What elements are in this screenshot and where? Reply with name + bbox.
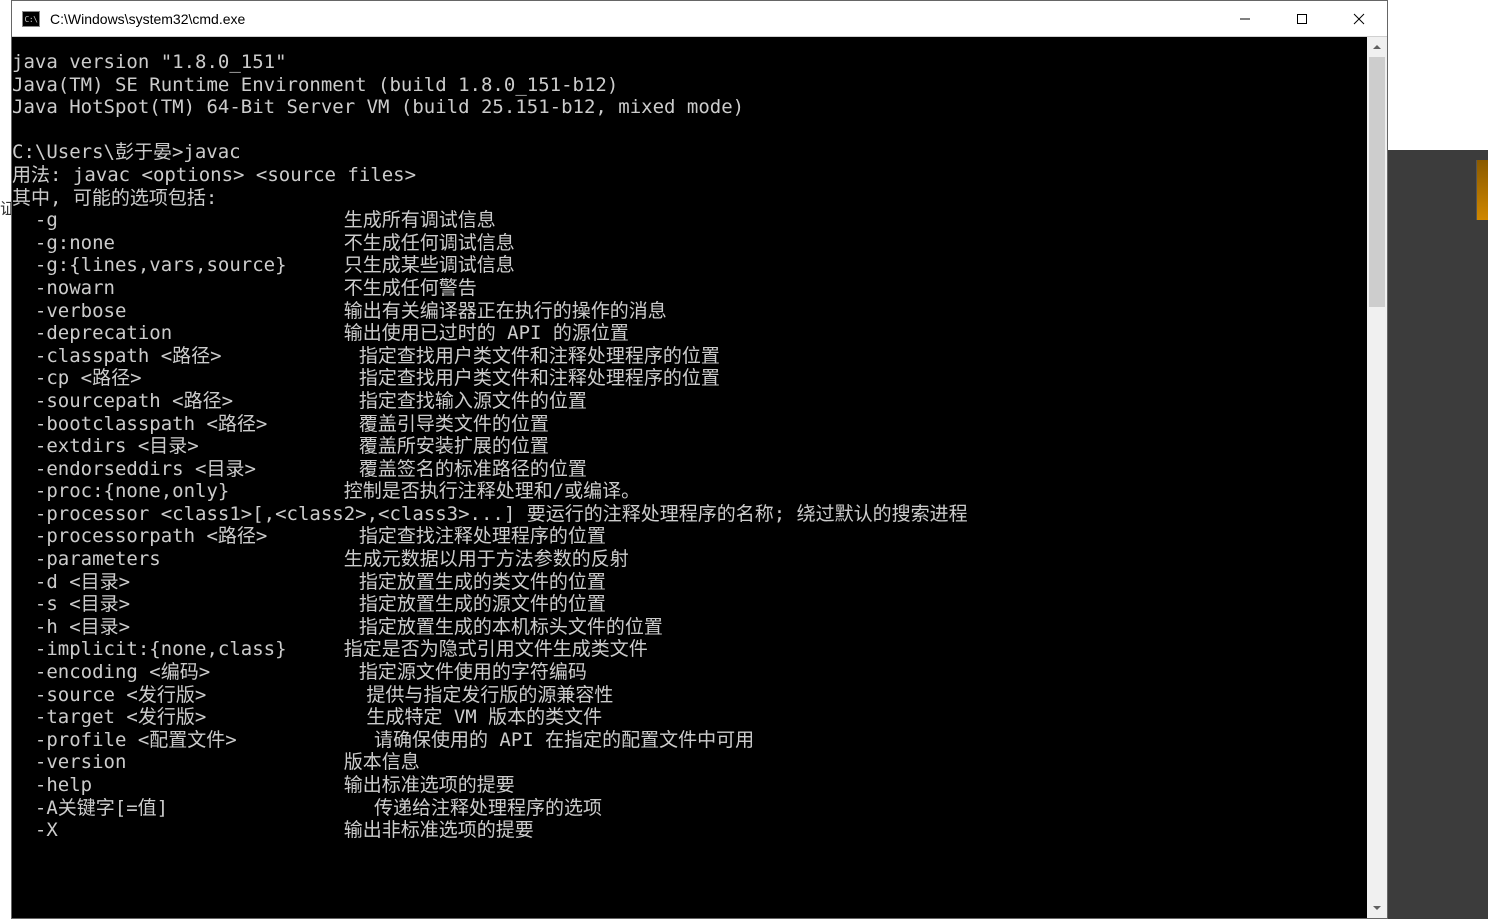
left-background-strip [0,0,11,919]
minimize-button[interactable] [1216,1,1273,36]
cmd-icon: C:\ [22,11,40,27]
cmd-window: C:\ C:\Windows\system32\cmd.exe java ver… [11,0,1388,919]
window-controls [1216,1,1387,36]
vertical-scrollbar[interactable] [1367,37,1387,918]
maximize-button[interactable] [1273,1,1330,36]
scroll-thumb[interactable] [1369,57,1385,307]
title-bar[interactable]: C:\ C:\Windows\system32\cmd.exe [12,1,1387,37]
close-button[interactable] [1330,1,1387,36]
scroll-up-arrow[interactable] [1367,37,1387,57]
right-background-top [1388,0,1488,150]
window-title: C:\Windows\system32\cmd.exe [50,11,1216,27]
right-marker [1476,160,1488,220]
scroll-down-arrow[interactable] [1367,898,1387,918]
console-output[interactable]: java version "1.8.0_151" Java(TM) SE Run… [12,37,1387,918]
